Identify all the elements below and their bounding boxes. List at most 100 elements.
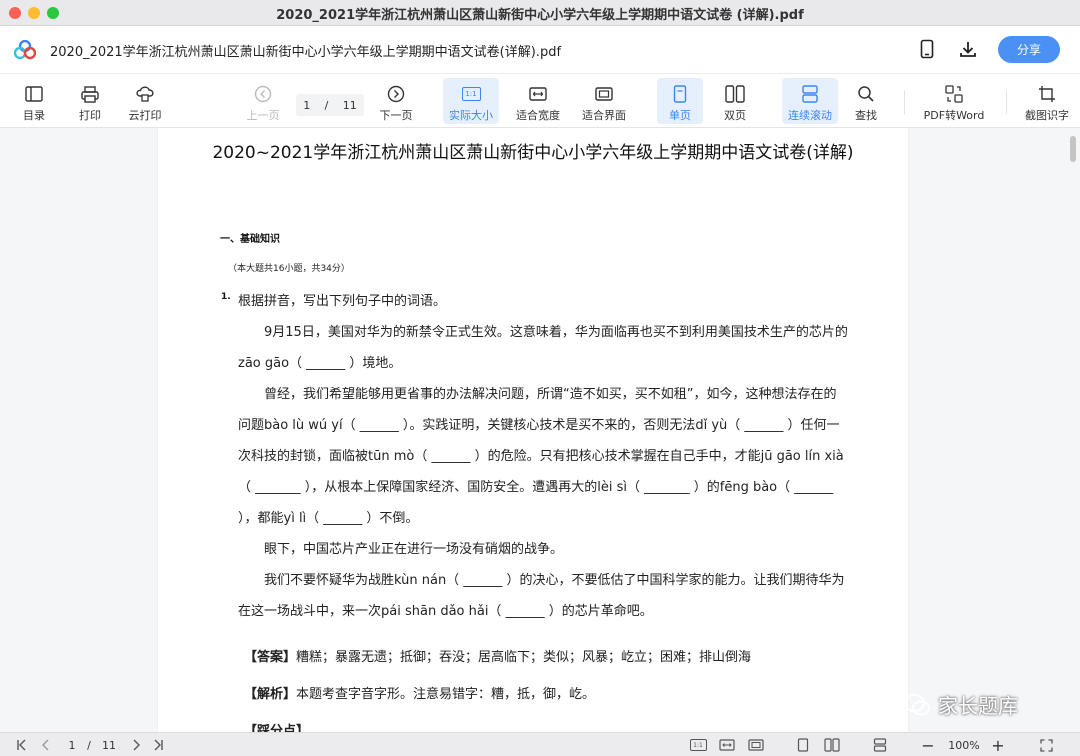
total-pages: 11 [342,98,357,112]
single-page-icon [670,84,690,104]
fit-page-label: 适合界面 [582,109,626,122]
fit-page-icon [594,84,614,104]
find-button[interactable]: 查找 [846,78,886,124]
scoring-line: 【踩分点】 [244,720,309,732]
cloud-print-button[interactable]: 云打印 [124,78,166,124]
actual-size-button[interactable]: 1:1 实际大小 [443,78,499,124]
share-button[interactable]: 分享 [998,36,1060,63]
toolbar-divider [904,90,905,114]
analysis-label: 【解析】 [244,687,297,702]
page-separator: / [324,98,329,112]
next-page-icon[interactable] [128,737,144,753]
single-page-button[interactable]: 单页 [657,78,703,124]
next-page-label: 下一页 [379,109,413,122]
print-button[interactable]: 打印 [70,78,110,124]
continuous-scroll-label: 连续滚动 [788,109,832,122]
scoring-label: 【踩分点】 [244,724,310,732]
actual-size-label: 实际大小 [449,109,493,122]
ocr-button[interactable]: 截图识字 [1020,78,1074,124]
document-title: 2020~2021学年浙江杭州萧山区萧山新街中心小学六年级上学期期中语文试卷(详… [212,143,854,163]
status-single-page-icon[interactable] [794,737,812,753]
answer-text: 糟糕；暴露无遗；抵御；吞没；居高临下；类似；风暴；屹立；困难；排山倒海 [296,650,752,665]
zoom-level[interactable]: 100% [944,737,984,753]
status-total-pages: 11 [102,738,116,752]
pdf-to-word-button[interactable]: PDF转Word [920,78,988,124]
fit-page-button[interactable]: 适合界面 [578,78,630,124]
analysis-text: 本题考查字音字形。注意易错字：糟，抵，御，屹。 [296,687,596,702]
prev-page-label: 上一页 [246,109,280,122]
chevron-left-circle-icon [253,84,273,104]
status-fit-page-icon[interactable] [746,737,766,753]
next-page-button[interactable]: 下一页 [376,78,416,124]
section-heading: 一、基础知识 [220,234,280,245]
question-paragraph: 曾经，我们希望能够用更省事的办法解决问题，所谓“造不如买，买不如租”，如今，这种… [238,387,844,526]
convert-icon [944,84,964,104]
toolbar: 目录 打印 云打印 上一页 1 / 11 下一页 1:1 实际大小 适合宽度 适… [0,74,1080,128]
pdf-to-word-label: PDF转Word [923,109,985,122]
toc-button[interactable]: 目录 [14,78,54,124]
window-title: 2020_2021学年浙江杭州萧山区萧山新街中心小学六年级上学期期中语文试卷 (… [276,8,804,23]
status-actual-size-icon[interactable]: 1:1 [688,737,708,753]
file-name: 2020_2021学年浙江杭州萧山区萧山新街中心小学六年级上学期期中语文试卷(详… [50,45,562,60]
document-viewer[interactable]: 2020~2021学年浙江杭州萧山区萧山新街中心小学六年级上学期期中语文试卷(详… [0,128,1080,732]
question-paragraph: 我们不要怀疑华为战胜kùn nán（ ______ ）的决心，不要低估了中国科学… [238,573,845,619]
status-page-separator: / [87,738,91,752]
fit-width-label: 适合宽度 [516,109,560,122]
print-label: 打印 [79,109,101,122]
printer-icon [80,84,100,104]
actual-size-icon: 1:1 [461,84,481,104]
sidebar-icon [24,84,44,104]
question-paragraph: 眼下，中国芯片产业正在进行一场没有硝烟的战争。 [264,542,564,557]
app-header: 2020_2021学年浙江杭州萧山区萧山新街中心小学六年级上学期期中语文试卷(详… [0,26,1080,74]
status-current-page[interactable]: 1 [66,737,78,753]
double-page-label: 双页 [724,109,746,122]
prev-page-icon[interactable] [38,737,54,753]
status-fit-width-icon[interactable] [717,737,737,753]
fullscreen-icon[interactable] [1037,737,1055,753]
answer-label: 【答案】 [244,650,297,665]
status-double-page-icon[interactable] [822,737,842,753]
last-page-icon[interactable] [150,737,166,753]
status-bar: 1 / 11 1:1 − 100% + [0,732,1080,756]
pdf-page: 2020~2021学年浙江杭州萧山区萧山新街中心小学六年级上学期期中语文试卷(详… [158,128,908,732]
continuous-scroll-icon [800,84,820,104]
double-page-button[interactable]: 双页 [714,78,756,124]
section-note: （本大题共16小题，共34分） [228,264,350,274]
cloud-print-label: 云打印 [128,109,162,122]
search-icon [856,84,876,104]
watermark: 家长题库 [902,690,1018,719]
single-page-label: 单页 [669,109,691,122]
question-paragraph: 9月15日，美国对华为的新禁令正式生效。这意味着，华为面临再也买不到利用美国技术… [238,325,848,371]
cloud-printer-icon [135,84,155,104]
zoom-out-icon[interactable]: − [920,736,936,755]
find-label: 查找 [855,109,877,122]
status-continuous-icon[interactable] [870,737,890,753]
app-logo-icon [14,40,36,60]
scrollbar-thumb[interactable] [1070,136,1076,162]
page-number-input[interactable]: 1 / 11 [296,94,364,116]
crop-icon [1037,84,1057,104]
title-bar: 2020_2021学年浙江杭州萧山区萧山新街中心小学六年级上学期期中语文试卷 (… [0,0,1080,26]
first-page-icon[interactable] [14,737,30,753]
app-window: 2020_2021学年浙江杭州萧山区萧山新街中心小学六年级上学期期中语文试卷 (… [0,0,1080,756]
analysis-line: 【解析】本题考查字音字形。注意易错字：糟，抵，御，屹。 [244,683,595,702]
zoom-in-icon[interactable]: + [990,736,1006,755]
answer-line: 【答案】糟糕；暴露无遗；抵御；吞没；居高临下；类似；风暴；屹立；困难；排山倒海 [244,646,751,665]
download-icon[interactable] [957,38,979,60]
prev-page-button[interactable]: 上一页 [244,78,282,124]
continuous-scroll-button[interactable]: 连续滚动 [782,78,838,124]
phone-icon[interactable] [916,38,938,60]
chevron-right-circle-icon [386,84,406,104]
wechat-icon [903,693,930,715]
toolbar-divider [1006,90,1007,114]
toc-label: 目录 [23,109,45,122]
vertical-scrollbar[interactable] [1066,128,1080,732]
fit-width-button[interactable]: 适合宽度 [512,78,564,124]
question-number: 1. [221,292,231,302]
ocr-label: 截图识字 [1025,109,1069,122]
double-page-icon [725,84,745,104]
question-instruction: 根据拼音，写出下列句子中的词语。 [238,294,447,309]
fit-width-icon [528,84,548,104]
current-page: 1 [303,98,311,112]
watermark-text: 家长题库 [938,694,1018,718]
